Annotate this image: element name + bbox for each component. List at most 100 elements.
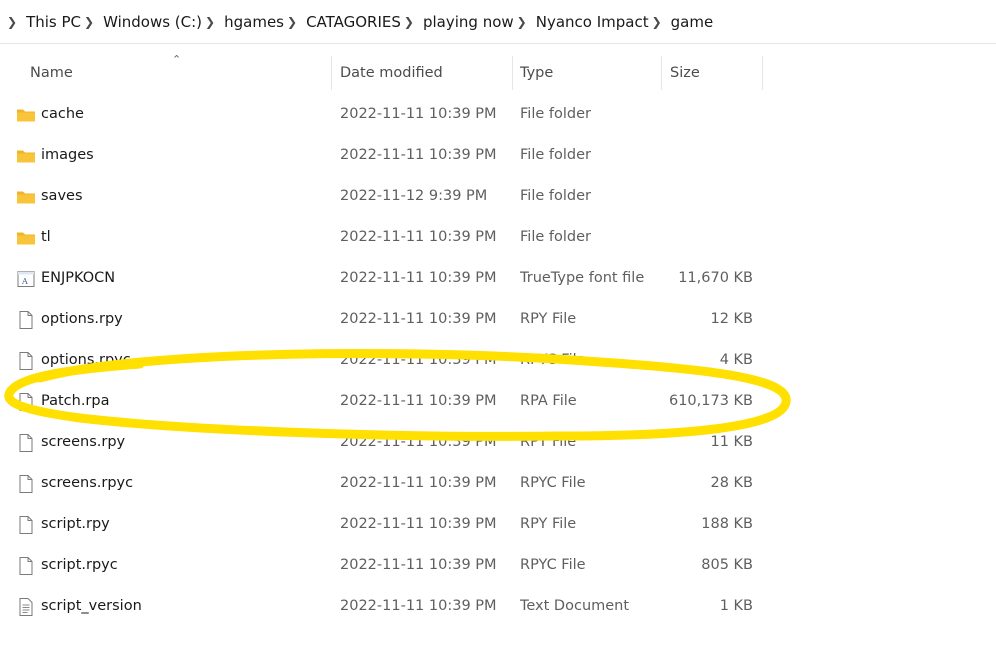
file-size: 11 KB xyxy=(710,434,753,450)
file-size: 188 KB xyxy=(701,516,753,532)
column-type[interactable]: Type xyxy=(520,56,660,90)
file-name: screens.rpy xyxy=(41,434,126,450)
file-date-modified: 2022-11-12 9:39 PM xyxy=(340,188,488,204)
file-date-modified: 2022-11-11 10:39 PM xyxy=(340,106,497,122)
folder-icon xyxy=(16,228,36,248)
sort-ascending-icon: ⌃ xyxy=(172,53,182,66)
file-icon xyxy=(16,474,36,494)
file-name: script_version xyxy=(41,598,142,614)
breadcrumb-this-pc[interactable]: This PC xyxy=(26,13,81,31)
breadcrumb-game[interactable]: game xyxy=(671,13,714,31)
chevron-right-icon[interactable]: ❯ xyxy=(202,0,224,44)
file-size: 12 KB xyxy=(710,311,753,327)
file-type: File folder xyxy=(520,106,591,122)
file-size: 610,173 KB xyxy=(668,393,753,409)
file-date-modified: 2022-11-11 10:39 PM xyxy=(340,557,497,573)
file-date-modified: 2022-11-11 10:39 PM xyxy=(340,311,497,327)
chevron-right-icon[interactable]: ❯ xyxy=(81,0,103,44)
svg-text:A: A xyxy=(21,277,28,286)
file-type: RPA File xyxy=(520,393,577,409)
chevron-right-icon[interactable]: ❯ xyxy=(649,0,671,44)
column-header: Name ⌃ Date modified Type Size xyxy=(0,53,996,90)
file-name: saves xyxy=(41,188,83,204)
file-size: 4 KB xyxy=(719,352,753,368)
column-size[interactable]: Size xyxy=(670,56,762,90)
file-row[interactable]: options.rpy 2022-11-11 10:39 PM RPY File 12… xyxy=(0,299,996,340)
column-divider[interactable] xyxy=(331,56,332,90)
chevron-right-icon[interactable]: ❯ xyxy=(284,0,306,44)
file-date-modified: 2022-11-11 10:39 PM xyxy=(340,270,497,286)
file-date-modified: 2022-11-11 10:39 PM xyxy=(340,229,497,245)
file-icon xyxy=(16,351,36,371)
file-date-modified: 2022-11-11 10:39 PM xyxy=(340,516,497,532)
file-size: 1 KB xyxy=(719,598,753,614)
file-name: images xyxy=(41,147,94,163)
file-name: tl xyxy=(41,229,51,245)
breadcrumb-catagories[interactable]: CATAGORIES xyxy=(306,13,401,31)
file-row[interactable]: cache 2022-11-11 10:39 PM File folder xyxy=(0,94,996,135)
file-icon xyxy=(16,515,36,535)
file-type: RPYC File xyxy=(520,557,586,573)
file-size: 28 KB xyxy=(710,475,753,491)
file-type: RPYC File xyxy=(520,352,586,368)
breadcrumb-playing-now[interactable]: playing now xyxy=(423,13,514,31)
file-size xyxy=(600,135,753,176)
column-date-modified[interactable]: Date modified xyxy=(340,56,512,90)
file-row[interactable]: screens.rpy 2022-11-11 10:39 PM RPY File 11… xyxy=(0,422,996,463)
file-type: File folder xyxy=(520,229,591,245)
breadcrumb-nyanco-impact[interactable]: Nyanco Impact xyxy=(536,13,649,31)
file-type: RPY File xyxy=(520,516,577,532)
file-size: 805 KB xyxy=(701,557,753,573)
file-date-modified: 2022-11-11 10:39 PM xyxy=(340,475,497,491)
file-row[interactable]: Patch.rpa 2022-11-11 10:39 PM RPA File 610,… xyxy=(0,381,996,422)
file-row[interactable]: tl 2022-11-11 10:39 PM File folder xyxy=(0,217,996,258)
file-date-modified: 2022-11-11 10:39 PM xyxy=(340,434,497,450)
file-size xyxy=(600,176,753,217)
file-date-modified: 2022-11-11 10:39 PM xyxy=(340,352,497,368)
chevron-right-icon[interactable]: ❯ xyxy=(4,0,26,44)
text-file-icon xyxy=(16,597,36,617)
file-row[interactable]: saves 2022-11-12 9:39 PM File folder xyxy=(0,176,996,217)
file-type: RPY File xyxy=(520,434,577,450)
file-row[interactable]: screens.rpyc 2022-11-11 10:39 PM RPYC File… xyxy=(0,463,996,504)
file-type: RPYC File xyxy=(520,475,586,491)
breadcrumb-hgames[interactable]: hgames xyxy=(224,13,284,31)
file-size xyxy=(600,94,753,135)
file-row[interactable]: script.rpy 2022-11-11 10:39 PM RPY File 188… xyxy=(0,504,996,545)
file-type: File folder xyxy=(520,147,591,163)
file-type: RPY File xyxy=(520,311,577,327)
file-name: script.rpy xyxy=(41,516,110,532)
file-icon xyxy=(16,433,36,453)
file-type: File folder xyxy=(520,188,591,204)
file-name: options.rpyc xyxy=(41,352,131,368)
file-name: cache xyxy=(41,106,84,122)
file-date-modified: 2022-11-11 10:39 PM xyxy=(340,393,497,409)
folder-icon xyxy=(16,187,36,207)
file-date-modified: 2022-11-11 10:39 PM xyxy=(340,598,497,614)
column-divider[interactable] xyxy=(762,56,763,90)
file-icon xyxy=(16,556,36,576)
file-icon xyxy=(16,310,36,330)
chevron-right-icon[interactable]: ❯ xyxy=(514,0,536,44)
file-row[interactable]: script.rpyc 2022-11-11 10:39 PM RPYC File 8… xyxy=(0,545,996,586)
file-name: Patch.rpa xyxy=(41,393,110,409)
file-date-modified: 2022-11-11 10:39 PM xyxy=(340,147,497,163)
file-size: 11,670 KB xyxy=(678,270,753,286)
file-name: ENJPKOCN xyxy=(41,270,116,286)
chevron-right-icon[interactable]: ❯ xyxy=(401,0,423,44)
file-icon xyxy=(16,392,36,412)
file-row[interactable]: script_version 2022-11-11 10:39 PM Text Do… xyxy=(0,586,996,627)
folder-icon xyxy=(16,146,36,166)
breadcrumb: ❯ This PC ❯ Windows (C:) ❯ hgames ❯ CATAGORI… xyxy=(0,0,996,44)
file-row[interactable]: A ENJPKOCN 2022-11-11 10:39 PM TrueType fon… xyxy=(0,258,996,299)
column-divider[interactable] xyxy=(661,56,662,90)
breadcrumb-windows-c[interactable]: Windows (C:) xyxy=(103,13,202,31)
file-row[interactable]: options.rpyc 2022-11-11 10:39 PM RPYC File… xyxy=(0,340,996,381)
font-file-icon: A xyxy=(16,269,36,289)
file-size xyxy=(600,217,753,258)
file-row[interactable]: images 2022-11-11 10:39 PM File folder xyxy=(0,135,996,176)
file-name: options.rpy xyxy=(41,311,123,327)
column-divider[interactable] xyxy=(512,56,513,90)
folder-icon xyxy=(16,105,36,125)
file-name: screens.rpyc xyxy=(41,475,134,491)
